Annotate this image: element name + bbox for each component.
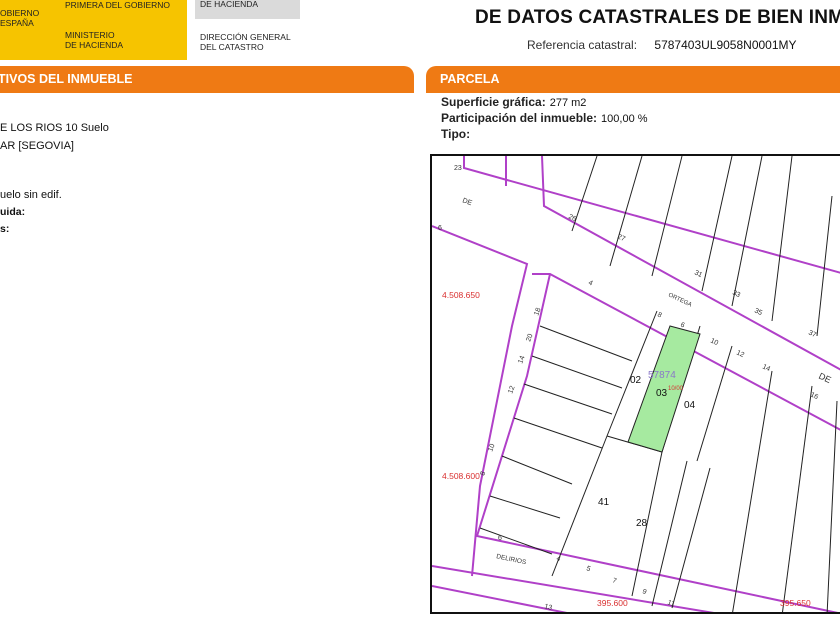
svg-text:26: 26 [567, 213, 577, 223]
street-label: ORTEGA [667, 292, 692, 308]
svg-text:12: 12 [507, 385, 516, 395]
svg-text:35: 35 [753, 307, 763, 317]
svg-text:5: 5 [585, 565, 591, 573]
coord-label: 395.600 [597, 598, 628, 608]
coord-label: 395.650 [780, 598, 811, 608]
highlight-sub: 10/00 [668, 386, 684, 392]
participacion-row: Participación del inmueble: 100,00 % [441, 111, 648, 125]
gray-tab-text: DE HACIENDA [200, 0, 259, 9]
svg-text:8: 8 [656, 311, 663, 319]
map-svg: 02 03 04 41 28 57874 10/00 4.508.650 4.5… [432, 156, 840, 612]
gov-text: OBIERNO ESPAÑA [0, 8, 40, 28]
parcel-label: 28 [636, 518, 648, 529]
svg-text:7: 7 [611, 577, 617, 585]
svg-text:4: 4 [587, 279, 594, 287]
street-label: DELIRIOS [496, 553, 528, 566]
svg-text:23: 23 [454, 165, 462, 172]
referencia-row: Referencia catastral: 5787403UL9058N0001… [527, 38, 797, 52]
svg-text:31: 31 [693, 269, 703, 279]
direccion-text: DIRECCIÓN GENERAL DEL CATASTRO [200, 32, 291, 52]
anio-line: s: [0, 223, 10, 235]
svg-text:12: 12 [735, 349, 745, 359]
svg-text:20: 20 [525, 333, 534, 343]
svg-text:10: 10 [709, 337, 719, 347]
superficie-row: Superficie gráfica: 277 m2 [441, 95, 587, 109]
svg-text:14: 14 [517, 355, 526, 365]
parcel-label: 02 [630, 375, 642, 386]
highlight-label: 57874 [648, 370, 676, 381]
referencia-value: 5787403UL9058N0001MY [654, 38, 797, 52]
ministerio-text: MINISTERIO DE HACIENDA [65, 30, 124, 50]
referencia-label: Referencia catastral: [527, 38, 638, 52]
svg-text:6: 6 [498, 535, 502, 542]
municipality-line: AR [SEGOVIA] [0, 140, 74, 152]
construida-line: uida: [0, 206, 26, 218]
street-label: DE [817, 371, 833, 385]
svg-text:9: 9 [641, 588, 647, 596]
parcela-band: PARCELA [426, 66, 840, 93]
coord-label: 4.508.600 [442, 471, 480, 481]
page-title: DE DATOS CATASTRALES DE BIEN INMU [475, 7, 840, 28]
svg-text:14: 14 [761, 363, 771, 373]
parcel-label: 41 [598, 497, 610, 508]
coord-label: 4.508.650 [442, 290, 480, 300]
parcel-label: 04 [684, 400, 696, 411]
address-line: E LOS RIOS 10 Suelo [0, 122, 109, 134]
svg-text:37: 37 [807, 329, 817, 339]
parcel-label: 03 [656, 388, 668, 399]
tipo-row: Tipo: [441, 127, 471, 141]
datos-band: TIVOS DEL INMUEBLE [0, 66, 414, 93]
svg-text:6: 6 [438, 225, 442, 232]
svg-text:10: 10 [487, 443, 496, 453]
street-label: DE [461, 197, 473, 207]
cadastral-map[interactable]: 02 03 04 41 28 57874 10/00 4.508.650 4.5… [430, 154, 840, 614]
svg-text:4: 4 [555, 555, 561, 563]
svg-text:27: 27 [616, 233, 626, 243]
primera-text: PRIMERA DEL GOBIERNO [65, 0, 171, 10]
uso-line: uelo sin edif. [0, 189, 62, 201]
svg-text:33: 33 [731, 289, 741, 299]
